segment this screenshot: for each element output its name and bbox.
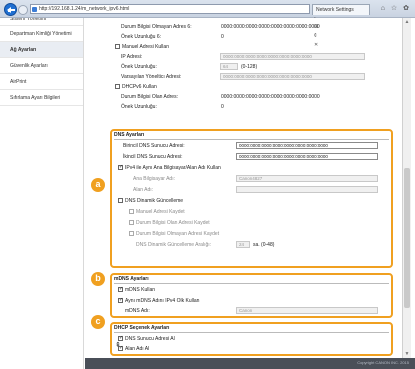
mdns-name-label: mDNS Adı: (125, 308, 150, 314)
forward-button[interactable] (18, 5, 28, 15)
dhcp-option-divider (114, 332, 389, 333)
browser-toolbar: http://192.168.1.24/m_network_ipv6.html … (0, 0, 415, 48)
prefix-input[interactable]: 64 (220, 63, 238, 70)
manual-address-checkbox[interactable] (115, 44, 120, 49)
interval-input[interactable]: 24 (236, 241, 250, 248)
mdns-use-checkbox[interactable] (118, 286, 123, 292)
dhcp-address-label: Durum Bilgisi Olan Adres: (121, 94, 178, 100)
vertical-scrollbar[interactable]: ▲ ▼ (402, 18, 411, 358)
gateway-input[interactable]: 0000:0000:0000:0000:0000:0000:0000:0000 (220, 73, 365, 80)
mdns-title: mDNS Ayarları (114, 276, 149, 282)
host-name-input[interactable]: Canon4827 (236, 175, 378, 182)
same-host-label: IPv4 ile Aynı Ana Bilgisayar/Alan Adı Ku… (125, 165, 221, 171)
badge-c: c (91, 315, 105, 329)
host-name-label: Ana Bilgisayar Adı: (133, 176, 175, 182)
manual-address-label: Manuel Adresi Kullan (122, 44, 169, 50)
stateless-reg-checkbox[interactable] (129, 231, 134, 236)
gateway-label: Varsayılan Yönelticı Adresi: (121, 74, 182, 80)
back-button[interactable] (4, 3, 17, 16)
address-text: http://192.168.1.24/m_network_ipv6.html (39, 6, 130, 12)
domain-name-input[interactable] (236, 186, 378, 193)
prefix6-label: Önek Uzunluğu 6: (121, 34, 162, 40)
primary-dns-label: Birincil DNS Sunucu Adresi: (123, 143, 185, 149)
manual-reg-checkbox[interactable] (129, 209, 134, 214)
mdns-divider (114, 283, 389, 284)
dns-dynamic-checkbox[interactable] (118, 198, 123, 203)
sidebar: Sistem Yönetimi Departman Kimliği Yöneti… (0, 18, 84, 369)
mdns-use-label: mDNS Kullan (125, 287, 156, 293)
stateless-address-label: Durum Bilgisi Olmayan Adres 6: (121, 24, 192, 30)
scroll-down-icon[interactable]: ▼ (404, 351, 410, 357)
dhcp-prefix-label: Önek Uzunluğu: (121, 104, 157, 110)
sidebar-item-network[interactable]: Ağ Ayarları (0, 42, 83, 58)
dhcp-address-value: 0000:0000:0000:0000:0000:0000:0000:0000 (221, 94, 320, 100)
sidebar-item-system[interactable]: Sistem Yönetimi (0, 18, 83, 26)
stateful-reg-label: Durum Bilgisi Olan Adresi Kaydet (136, 220, 210, 226)
same-host-checkbox[interactable] (118, 164, 123, 170)
stateless-reg-label: Durum Bilgisi Olmayan Adresi Kaydet (136, 231, 220, 237)
interval-label: DNS Dinamik Güncelleme Aralığı: (136, 242, 212, 248)
secondary-dns-label: İkincil DNS Sunucu Adresi: (123, 154, 183, 160)
dhcp-dns-server-label: DNS Sunucu Adresi Al (125, 336, 175, 342)
back-to-top-icon[interactable]: ⇞ (115, 341, 121, 349)
domain-name-label: Alan Adı: (133, 187, 154, 193)
scroll-up-icon[interactable]: ▲ (404, 19, 410, 25)
address-bar[interactable]: http://192.168.1.24/m_network_ipv6.html … (30, 4, 318, 48)
dhcp-domain-label: Alan Adı Al (125, 346, 150, 352)
manual-reg-label: Manuel Adresi Kaydet (136, 209, 185, 215)
dns-dynamic-label: DNS Dinamik Güncelleme (125, 198, 184, 204)
mdns-same-name-label: Aynı mDNS Adını IPv4 Olk Kullan (125, 298, 200, 304)
mdns-same-name-checkbox[interactable] (118, 297, 123, 303)
badge-a: a (91, 178, 105, 192)
prefix-range: (0-128) (241, 64, 258, 70)
footer-bar: Copyright CANON INC. 2015 (85, 358, 415, 369)
browser-icons[interactable]: ⌂ ☆ ✿ (381, 4, 411, 12)
ip-address-input[interactable]: 0000:0000:0000:0000:0000:0000:0000:0000 (220, 53, 365, 60)
copyright-text: Copyright CANON INC. 2015 (357, 360, 409, 365)
dhcp-option-title: DHCP Seçenek Ayarları (114, 325, 170, 331)
back-arrow-icon (7, 7, 11, 13)
prefix-label: Önek Uzunluğu: (121, 64, 157, 70)
main-content: Durum Bilgisi Olmayan Adres 6: 0000:0000… (85, 18, 401, 358)
dns-title: DNS Ayarları (114, 132, 145, 138)
mdns-name-input[interactable]: Canon (236, 307, 378, 314)
badge-b: b (91, 272, 105, 286)
prefix6-value: 0 (221, 34, 224, 40)
dhcpv6-checkbox[interactable] (115, 84, 120, 89)
dns-divider (114, 139, 389, 140)
sidebar-item-airprint[interactable]: AirPrint (0, 74, 83, 90)
sidebar-item-reset[interactable]: Sıfırlama Ayarı Bilgileri (0, 90, 83, 106)
stateless-address-value: 0000:0000:0000:0000:0000:0000:0000:0000 (221, 24, 320, 30)
dhcpv6-label: DHCPv6 Kullan (122, 84, 157, 90)
sidebar-item-department[interactable]: Departman Kimliği Yönetimi (0, 26, 83, 42)
secondary-dns-input[interactable]: 0000:0000:0000:0000:0000:0000:0000:0000 (236, 153, 378, 160)
primary-dns-input[interactable]: 0000:0000:0000:0000:0000:0000:0000:0000 (236, 142, 378, 149)
sidebar-item-security[interactable]: Güvenlik Ayarları (0, 58, 83, 74)
stateful-reg-checkbox[interactable] (129, 220, 134, 225)
scroll-thumb[interactable] (404, 168, 410, 308)
dhcp-prefix-value: 0 (221, 104, 224, 110)
favicon-icon (32, 7, 37, 12)
back-bar-icon (10, 9, 15, 11)
browser-tab[interactable]: Network Settings (312, 4, 370, 15)
ip-address-label: IP Adresi: (121, 54, 143, 60)
interval-unit: sa. (0-48) (253, 242, 275, 248)
